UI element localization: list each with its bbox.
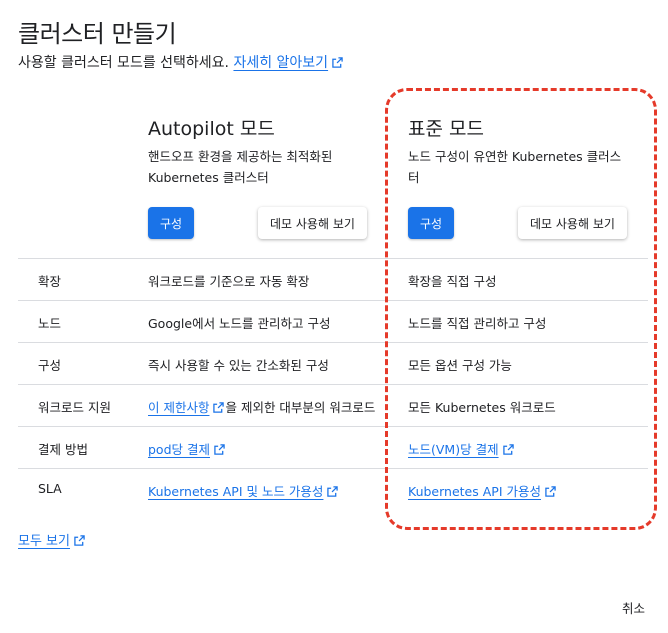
autopilot-description: 핸드오프 환경을 제공하는 최적화된 Kubernetes 클러스터 <box>148 149 333 185</box>
comparison-table: 확장 워크로드를 기준으로 자동 확장 확장을 직접 구성 노드 Google에… <box>18 258 648 510</box>
node-billing-link[interactable]: 노드(VM)당 결제 <box>408 442 499 457</box>
standard-value: Kubernetes API 가용성 <box>408 481 556 500</box>
learn-more-link[interactable]: 자세히 알아보기 <box>233 55 328 71</box>
external-link-icon <box>545 486 556 497</box>
external-link-icon <box>214 444 225 455</box>
view-all: 모두 보기 <box>18 530 85 549</box>
autopilot-value: 이 제한사항 을 제외한 대부분의 워크로드 <box>148 397 375 416</box>
cancel-button[interactable]: 취소 <box>622 598 645 617</box>
table-row-configuration: 구성 즉시 사용할 수 있는 간소화된 구성 모든 옵션 구성 가능 <box>18 342 648 384</box>
autopilot-demo-button[interactable]: 데모 사용해 보기 <box>258 207 367 239</box>
standard-value: 노드를 직접 관리하고 구성 <box>408 316 547 331</box>
view-all-link[interactable]: 모두 보기 <box>18 534 70 549</box>
feature-label: 확장 <box>38 274 62 289</box>
table-row-scaling: 확장 워크로드를 기준으로 자동 확장 확장을 직접 구성 <box>18 258 648 300</box>
autopilot-value: Kubernetes API 및 노드 가용성 <box>148 481 339 500</box>
table-row-sla: SLA Kubernetes API 및 노드 가용성 Kubernetes A… <box>18 468 648 510</box>
standard-description: 노드 구성이 유연한 Kubernetes 클러스터 <box>408 149 622 185</box>
standard-value: 모든 옵션 구성 가능 <box>408 358 512 373</box>
feature-label: 구성 <box>38 358 62 373</box>
feature-label: SLA <box>38 481 62 496</box>
external-link-icon <box>502 444 514 455</box>
external-link-icon <box>213 402 225 413</box>
external-link-icon <box>327 486 339 497</box>
autopilot-sla-link[interactable]: Kubernetes API 및 노드 가용성 <box>148 484 323 499</box>
standard-value: 모든 Kubernetes 워크로드 <box>408 400 556 415</box>
autopilot-heading: Autopilot 모드 <box>148 118 275 140</box>
feature-label: 결제 방법 <box>38 442 88 457</box>
standard-heading: 표준 모드 <box>408 118 484 140</box>
standard-value: 노드(VM)당 결제 <box>408 439 514 458</box>
autopilot-value: Google에서 노드를 관리하고 구성 <box>148 316 331 331</box>
external-link-icon <box>74 535 85 546</box>
autopilot-value: pod당 결제 <box>148 439 225 458</box>
dialog-title: 클러스터 만들기 <box>18 20 177 48</box>
table-row-workload-support: 워크로드 지원 이 제한사항 을 제외한 대부분의 워크로드 모든 Kuberne… <box>18 384 648 426</box>
subtitle-text: 사용할 클러스터 모드를 선택하세요. <box>18 55 229 71</box>
standard-demo-button[interactable]: 데모 사용해 보기 <box>518 207 627 239</box>
restrictions-suffix: 을 제외한 대부분의 워크로드 <box>225 400 376 415</box>
table-row-nodes: 노드 Google에서 노드를 관리하고 구성 노드를 직접 관리하고 구성 <box>18 300 648 342</box>
standard-value: 확장을 직접 구성 <box>408 274 497 289</box>
feature-label: 노드 <box>38 316 62 331</box>
autopilot-value: 워크로드를 기준으로 자동 확장 <box>148 274 310 289</box>
autopilot-configure-button[interactable]: 구성 <box>148 207 195 239</box>
external-link-icon <box>332 57 343 68</box>
standard-configure-button[interactable]: 구성 <box>408 207 455 239</box>
restrictions-link[interactable]: 이 제한사항 <box>148 400 209 415</box>
table-row-billing: 결제 방법 pod당 결제 노드(VM)당 결제 <box>18 426 648 468</box>
pod-billing-link[interactable]: pod당 결제 <box>148 442 210 457</box>
feature-label: 워크로드 지원 <box>38 400 111 415</box>
standard-sla-link[interactable]: Kubernetes API 가용성 <box>408 484 541 499</box>
autopilot-value: 즉시 사용할 수 있는 간소화된 구성 <box>148 358 329 373</box>
dialog-subtitle: 사용할 클러스터 모드를 선택하세요. 자세히 알아보기 <box>18 52 343 72</box>
